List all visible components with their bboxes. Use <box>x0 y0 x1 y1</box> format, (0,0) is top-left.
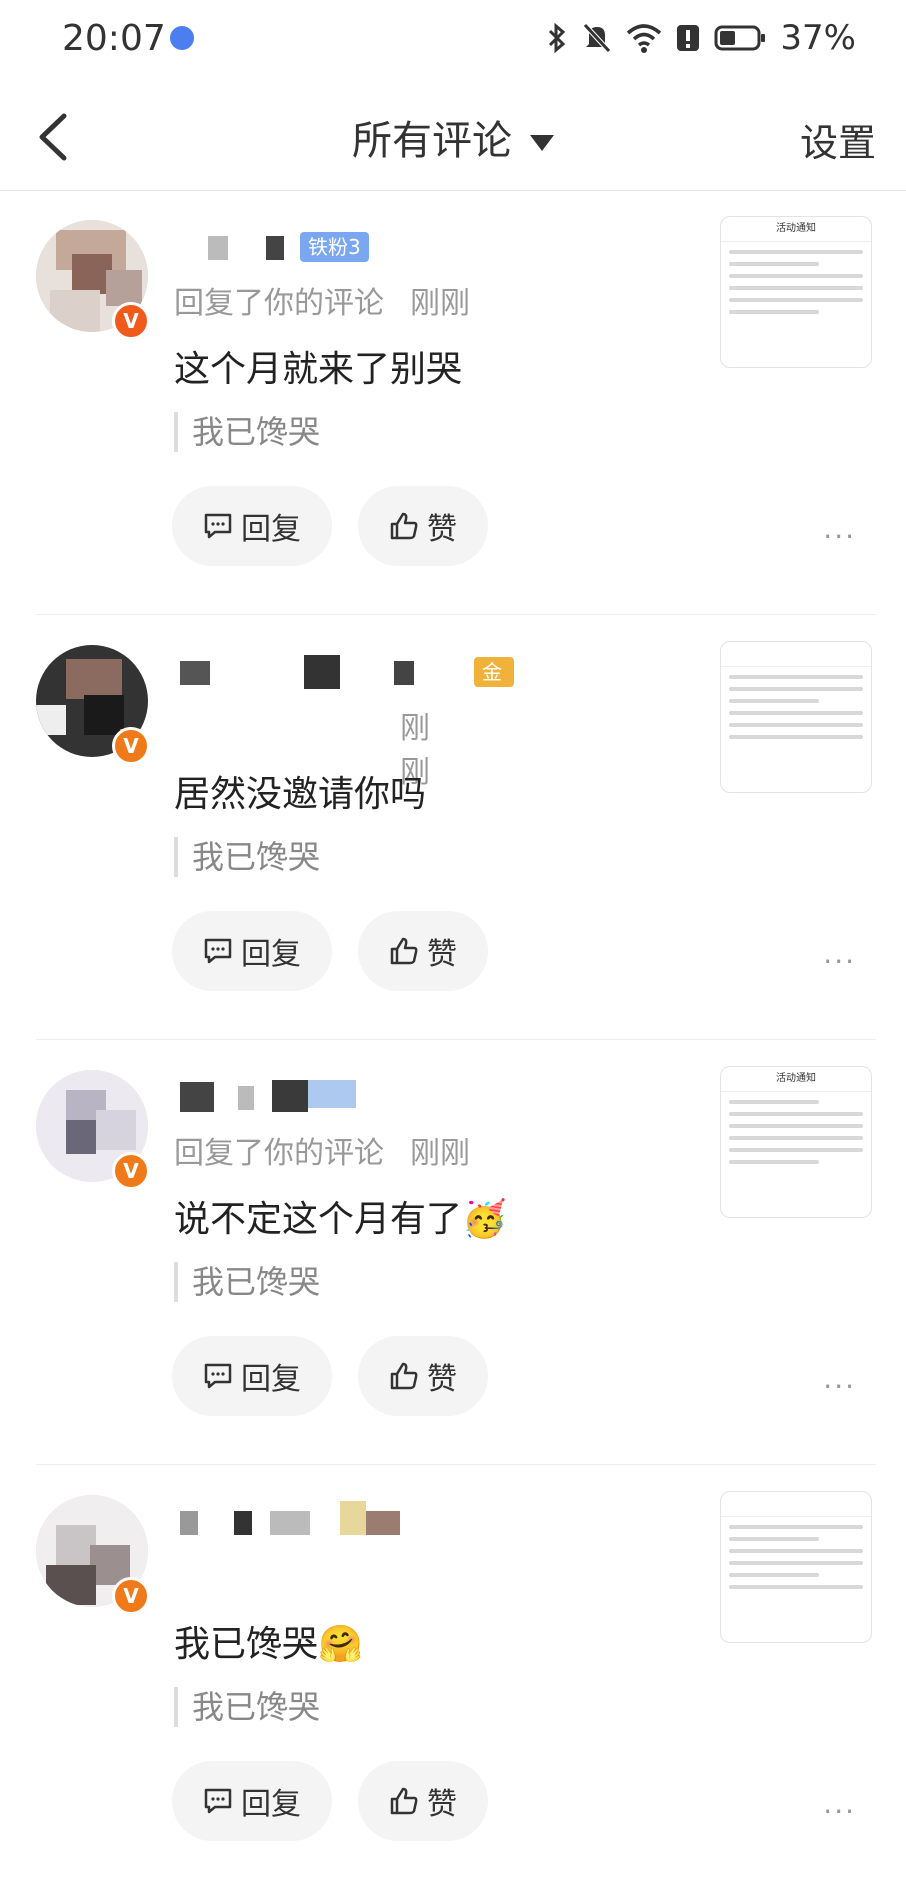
comment-icon <box>204 1788 232 1814</box>
reply-button[interactable]: 回复 <box>172 911 332 991</box>
status-bar: 20:07 37% <box>0 0 906 78</box>
app-notification-icon <box>170 26 194 50</box>
more-options-icon[interactable]: ··· <box>823 1795 856 1828</box>
reply-button[interactable]: 回复 <box>172 486 332 566</box>
battery-percent: 37% <box>780 18 856 58</box>
like-button[interactable]: 赞 <box>358 1336 488 1416</box>
fan-level-badge: 金粉1 <box>474 657 514 744</box>
quoted-comment[interactable]: 我已馋哭 <box>174 1262 320 1302</box>
quoted-comment[interactable]: 我已馋哭 <box>174 412 320 452</box>
thumbnail-title <box>721 642 871 667</box>
reply-label: 回复 <box>241 512 301 547</box>
page-title: 所有评论 <box>352 118 512 164</box>
comment-text[interactable]: 说不定这个月有了🥳 <box>174 1190 507 1242</box>
thumbs-up-icon <box>390 512 418 540</box>
settings-button[interactable]: 设置 <box>800 112 876 167</box>
like-button[interactable]: 赞 <box>358 486 488 566</box>
more-options-icon[interactable]: ··· <box>823 945 856 978</box>
comment-time: 刚刚 <box>410 1136 470 1171</box>
comment-meta: 回复了你的评论 刚刚 <box>174 1128 470 1172</box>
like-label: 赞 <box>427 937 457 972</box>
wifi-icon <box>627 24 662 53</box>
verified-badge-icon: V <box>112 302 150 340</box>
thumbnail-title: 活动通知 <box>721 217 871 242</box>
more-options-icon[interactable]: ··· <box>823 520 856 553</box>
post-thumbnail[interactable]: 活动通知 <box>720 216 872 368</box>
verified-badge-icon: V <box>112 1152 150 1190</box>
quoted-comment[interactable]: 我已馋哭 <box>174 1687 320 1727</box>
reply-label: 回复 <box>241 937 301 972</box>
comment-text[interactable]: 我已馋哭🤗 <box>174 1615 363 1667</box>
fan-level-badge: 铁粉3 <box>300 232 369 262</box>
like-button[interactable]: 赞 <box>358 911 488 991</box>
comment-meta: 回复了你的评论 刚刚 <box>174 278 470 322</box>
username[interactable] <box>174 1076 514 1112</box>
comment-item[interactable]: V 回复了你的评论 刚刚 说不定这个月有了🥳 我已馋哭 回复 赞 ··· 活动通知 <box>0 1040 906 1465</box>
caret-down-icon <box>530 135 554 151</box>
thumbs-up-icon <box>390 1787 418 1815</box>
post-thumbnail[interactable]: 活动通知 <box>720 1066 872 1218</box>
quoted-comment[interactable]: 我已馋哭 <box>174 837 320 877</box>
alert-icon <box>677 25 700 51</box>
post-thumbnail[interactable] <box>720 1491 872 1643</box>
username[interactable] <box>174 1501 514 1537</box>
bluetooth-icon <box>549 22 566 54</box>
username[interactable]: 铁粉3 <box>174 226 514 262</box>
comment-icon <box>204 513 232 539</box>
action-text: 回复了你的评论 <box>174 1136 384 1171</box>
reply-button[interactable]: 回复 <box>172 1336 332 1416</box>
verified-badge-icon: V <box>112 1577 150 1615</box>
comment-icon <box>204 1363 232 1389</box>
filter-dropdown[interactable]: 所有评论 <box>0 108 906 166</box>
action-text: 回复了你的评论 <box>174 286 384 321</box>
post-thumbnail[interactable] <box>720 641 872 793</box>
comment-item[interactable]: V 我已馋哭🤗 我已馋哭 回复 赞 ··· <box>0 1465 906 1890</box>
reply-label: 回复 <box>241 1362 301 1397</box>
comment-icon <box>204 938 232 964</box>
verified-badge-icon: V <box>112 727 150 765</box>
comment-item[interactable]: V 铁粉3 回复了你的评论 刚刚 这个月就来了别哭 我已馋哭 回复 赞 ··· 活… <box>0 190 906 615</box>
thumbnail-title: 活动通知 <box>721 1067 871 1092</box>
status-icons: 37% <box>546 18 856 58</box>
like-label: 赞 <box>427 1787 457 1822</box>
like-label: 赞 <box>427 512 457 547</box>
mute-bell-icon <box>583 23 612 53</box>
username[interactable]: 金粉1 <box>174 651 514 744</box>
comment-meta <box>174 1553 200 1588</box>
comment-text[interactable]: 居然没邀请你吗 <box>174 765 426 817</box>
like-label: 赞 <box>427 1362 457 1397</box>
comment-text[interactable]: 这个月就来了别哭 <box>174 340 462 392</box>
thumbnail-title <box>721 1492 871 1517</box>
more-options-icon[interactable]: ··· <box>823 1370 856 1403</box>
like-button[interactable]: 赞 <box>358 1761 488 1841</box>
thumbs-up-icon <box>390 1362 418 1390</box>
thumbs-up-icon <box>390 937 418 965</box>
top-navigation: 所有评论 设置 <box>0 78 906 191</box>
status-time: 20:07 <box>62 18 166 59</box>
reply-label: 回复 <box>241 1787 301 1822</box>
comment-time: 刚刚 <box>410 286 470 321</box>
reply-button[interactable]: 回复 <box>172 1761 332 1841</box>
comment-item[interactable]: V 金粉1 刚刚 居然没邀请你吗 我已馋哭 回复 赞 ··· <box>0 615 906 1040</box>
battery-icon <box>714 25 766 51</box>
